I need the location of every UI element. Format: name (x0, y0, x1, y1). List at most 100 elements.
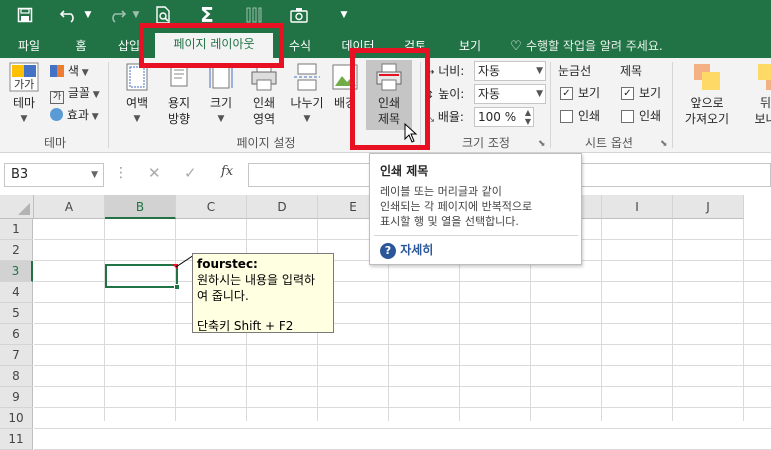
name-box[interactable]: B3 ▼ (4, 163, 104, 187)
themes-icon: 가가 (9, 62, 39, 92)
tooltip-body-line: 표시할 행 및 열을 선택합니다. (380, 215, 519, 228)
undo-dropdown-icon[interactable]: ▼ (82, 4, 94, 26)
row-header[interactable]: 4 (0, 282, 33, 303)
fonts-button[interactable]: 가 글꼴 ▼ (50, 85, 100, 104)
send-backward-label-1: 뒤로 (759, 96, 771, 110)
redo-icon[interactable] (106, 4, 128, 26)
gridline (34, 344, 771, 345)
themes-label: 테마 (12, 96, 36, 110)
bring-forward-label-2: 가져오기 (684, 112, 730, 126)
chevron-down-icon: ▼ (536, 89, 543, 99)
dialog-launcher-icon[interactable]: ⬊ (538, 136, 546, 152)
gridline (34, 407, 771, 408)
scale-input[interactable]: 100 % ▲ ▼ (474, 107, 534, 127)
gridline (672, 219, 673, 421)
margins-button[interactable]: 여백 ▼ (116, 62, 158, 127)
chevron-down-icon[interactable]: ▼ (91, 164, 98, 186)
cell-comment[interactable]: fourstec: 원하시는 내용을 입력하 여 줍니다. 단축키 Shift … (192, 253, 334, 333)
more-icon: ⋮ (114, 165, 128, 181)
send-backward-button[interactable]: 뒤로 보내기 (742, 62, 771, 127)
undo-icon[interactable] (58, 4, 80, 26)
gridlines-heading: 눈금선 (558, 64, 592, 78)
save-icon[interactable] (14, 4, 36, 26)
headings-heading: 제목 (620, 64, 643, 78)
comment-author: fourstec: (197, 257, 258, 271)
column-header[interactable]: I (602, 195, 673, 219)
gridline (34, 323, 771, 324)
comment-line: 원하시는 내용을 입력하 (197, 273, 316, 287)
tooltip-body-line: 인쇄되는 각 페이지에 반복적으로 (380, 200, 533, 213)
print-area-label-1: 인쇄 (252, 96, 276, 110)
height-label: ↕ 높이: (426, 86, 464, 104)
fonts-label: 글꼴 (67, 86, 90, 100)
orientation-label-2: 방향 (167, 112, 191, 126)
select-all-corner[interactable] (0, 195, 34, 219)
gridlines-print-checkbox[interactable] (560, 110, 573, 123)
gridlines-view-label: 보기 (578, 86, 601, 100)
help-icon: ? (380, 243, 396, 259)
send-backward-label-2: 보내기 (754, 112, 771, 126)
fill-handle[interactable] (174, 284, 180, 290)
insert-function-icon[interactable]: fx (221, 164, 233, 179)
separator (374, 235, 578, 236)
breaks-button[interactable]: 나누기 ▼ (285, 62, 329, 127)
gridline (601, 219, 602, 421)
print-titles-tooltip: 인쇄 제목 레이블 또는 머리글과 같이 인쇄되는 각 페이지에 반복적으로 표… (369, 153, 582, 265)
tab-home[interactable]: 홈 (64, 35, 98, 58)
cancel-icon[interactable]: ✕ (148, 164, 161, 182)
tab-formulas[interactable]: 수식 (280, 35, 320, 58)
row-header[interactable]: 6 (0, 324, 33, 345)
headings-print-checkbox[interactable] (621, 110, 634, 123)
dialog-launcher-icon[interactable]: ⬊ (660, 136, 668, 152)
selected-cell[interactable] (105, 264, 178, 288)
themes-button[interactable]: 가가 테마 ▼ (6, 62, 42, 127)
size-button[interactable]: 크기 ▼ (200, 62, 242, 127)
row-header[interactable]: 8 (0, 366, 33, 387)
tab-file[interactable]: 파일 (8, 35, 50, 58)
row-header[interactable]: 1 (0, 219, 33, 240)
enter-icon[interactable]: ✓ (184, 164, 197, 182)
camera-icon[interactable] (288, 4, 310, 26)
column-header[interactable]: C (176, 195, 247, 219)
bring-forward-label-1: 앞으로 (690, 96, 724, 110)
width-value: 자동 (478, 64, 501, 78)
orientation-button[interactable]: 용지 방향 (158, 62, 200, 127)
tab-view[interactable]: 보기 (449, 35, 491, 58)
effects-icon (50, 108, 63, 121)
row-header[interactable]: 5 (0, 303, 33, 324)
gridlines-view-checkbox[interactable]: ✓ (560, 87, 573, 100)
width-label: ↔ 너비: (426, 63, 464, 81)
margins-label: 여백 (125, 96, 149, 110)
height-select[interactable]: 자동 ▼ (474, 84, 546, 104)
gridline (175, 219, 176, 421)
row-header[interactable]: 3 (0, 261, 33, 282)
column-header[interactable]: A (34, 195, 105, 219)
row-header[interactable]: 10 (0, 408, 33, 429)
width-select[interactable]: 자동 ▼ (474, 61, 546, 81)
headings-view-checkbox[interactable]: ✓ (621, 87, 634, 100)
tell-me-more-link[interactable]: ? 자세히 (380, 241, 433, 259)
gridline (34, 302, 771, 303)
height-label-text: 높이: (438, 87, 465, 101)
customize-icon[interactable]: ▼ (336, 4, 352, 26)
highlight-box (350, 48, 430, 150)
column-header[interactable]: J (673, 195, 744, 219)
spinner-icon: ▲ ▼ (524, 108, 531, 126)
row-header[interactable]: 7 (0, 345, 33, 366)
print-area-button[interactable]: 인쇄 영역 (243, 62, 285, 127)
tell-me-search[interactable]: 수행할 작업을 알려 주세요. (526, 35, 676, 58)
colors-button[interactable]: 색 ▼ (50, 63, 89, 81)
headings-view-label: 보기 (639, 86, 662, 100)
column-header[interactable]: D (247, 195, 318, 219)
effects-button[interactable]: 효과 ▼ (50, 107, 99, 125)
row-header[interactable]: 11 (0, 429, 33, 450)
sheet-options-group-label: 시트 옵션 (585, 136, 633, 150)
breaks-dropdown-icon: ▼ (303, 114, 311, 124)
gridline (104, 219, 105, 421)
gridlines-print-label: 인쇄 (578, 109, 601, 123)
row-header[interactable]: 2 (0, 240, 33, 261)
gridline (743, 219, 744, 421)
row-header[interactable]: 9 (0, 387, 33, 408)
bring-forward-button[interactable]: 앞으로 가져오기 (678, 62, 736, 127)
column-header[interactable]: B (105, 195, 176, 219)
